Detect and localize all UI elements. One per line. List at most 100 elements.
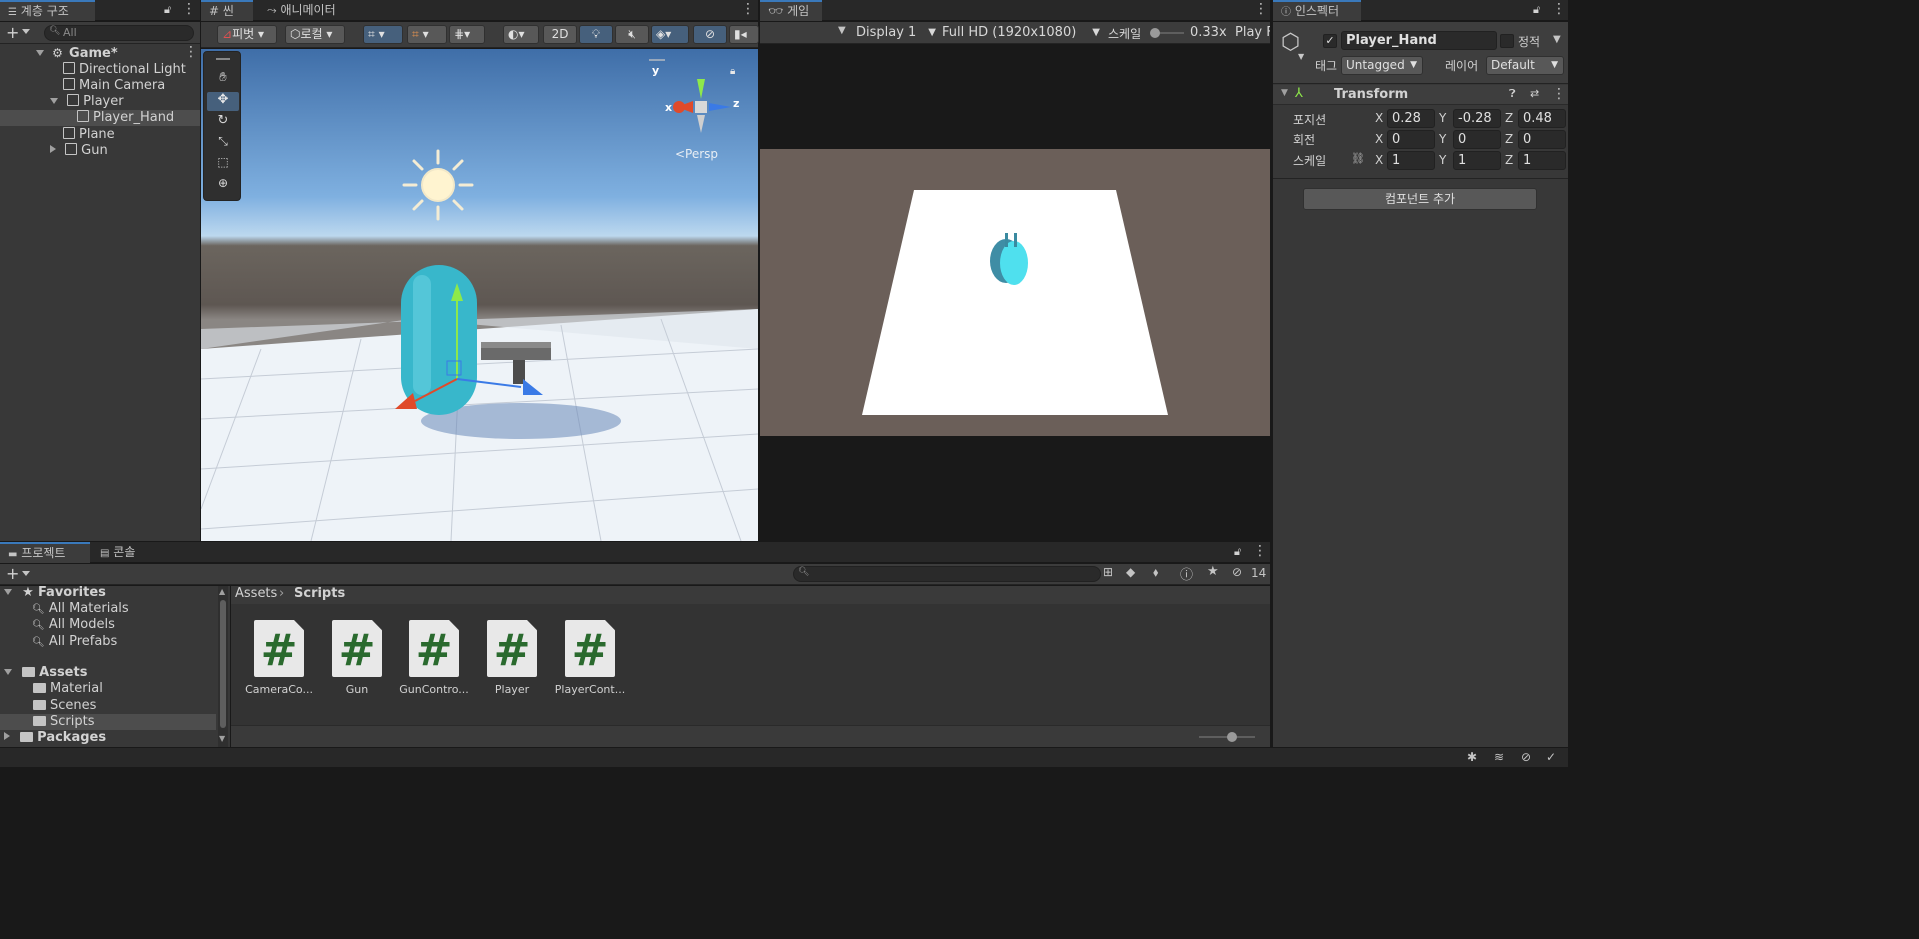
hierarchy-search-input[interactable]: 🔍︎ All [44,25,194,41]
help-icon[interactable]: ❓︎ [1509,87,1516,101]
expand-icon[interactable] [4,589,12,595]
lighting-toggle[interactable]: 💡︎ [579,25,613,44]
constrain-proportions-icon[interactable]: ⛓︎ [1351,152,1365,165]
layer-dropdown[interactable]: Default ▼ [1486,56,1564,75]
tab-project[interactable]: ▬ 프로젝트 [0,542,90,563]
display-dropdown[interactable]: Display 1 ▼ [856,24,936,42]
layers-status-icon[interactable]: ≋ [1494,750,1504,764]
tree-item-directional-light[interactable]: Directional Light [0,62,200,78]
grid-visibility-button[interactable]: ⋕▾ [449,25,485,44]
gameobject-name-input[interactable]: Player_Hand [1341,31,1497,50]
tab-inspector[interactable]: ⓘ 인스펙터 [1273,0,1361,21]
create-dropdown-icon[interactable] [22,571,30,576]
local-toggle[interactable]: ⬡로컬 ▾ [285,25,345,44]
persp-label[interactable]: <Persp [675,147,718,161]
packages-row[interactable]: Packages [0,730,106,746]
add-component-button[interactable]: 컴포넌트 추가 [1303,188,1537,210]
hierarchy-menu-icon[interactable] [182,1,196,18]
icon-dropdown-icon[interactable]: ▼ [1298,52,1304,61]
folder-material[interactable]: Material [0,681,103,697]
search-filter-icon[interactable]: ⊞ [1103,565,1113,579]
gizmo-lock-icon[interactable]: 🔒︎ [730,66,735,77]
favorite-all-materials[interactable]: 🔍︎ All Materials [0,601,129,617]
scene-menu-icon[interactable] [184,44,198,61]
project-search-input[interactable]: 🔍︎ [793,566,1101,582]
tab-scene[interactable]: # 씬 [201,0,253,21]
static-checkbox[interactable] [1500,34,1514,48]
resolution-dropdown[interactable]: Full HD (1920x1080) ▼ [942,24,1100,42]
folder-scenes[interactable]: Scenes [0,698,96,714]
overlay-handle[interactable] [649,59,665,61]
component-menu-icon[interactable] [1552,86,1566,103]
game-viewport[interactable] [760,45,1270,541]
tree-item-player-hand[interactable]: Player_Hand [0,110,200,126]
tab-animator[interactable]: ⤳ 애니메이터 [259,0,344,21]
breadcrumb-scripts[interactable]: Scripts [294,586,345,601]
game-menu-icon[interactable] [1254,1,1268,18]
transform-header[interactable]: ▼ ⅄ Transform ❓︎ ⇄ [1273,85,1568,105]
favorite-all-models[interactable]: 🔍︎ All Models [0,617,115,633]
toggle-2d-button[interactable]: 2D [543,25,577,44]
tab-hierarchy[interactable]: ☰ 계층 구조 [0,0,95,21]
snap-increment-button[interactable]: ⌗ ▾ [407,25,447,44]
icon-size-slider-knob[interactable] [1227,732,1237,742]
fold-icon[interactable]: ▼ [1281,88,1288,98]
static-dropdown-icon[interactable]: ▼ [1553,34,1561,45]
effects-toggle[interactable]: ◈▾ [651,25,689,44]
icon-size-slider[interactable] [1199,732,1255,742]
draw-mode-button[interactable]: ◐▾ [503,25,539,44]
transform-tool-icon[interactable]: ⊕ [207,176,239,195]
tree-item-main-camera[interactable]: Main Camera [0,78,200,94]
tag-dropdown[interactable]: Untagged ▼ [1341,56,1423,75]
rotation-x-input[interactable]: 0 [1387,130,1435,149]
create-asset-icon[interactable]: + [6,564,19,583]
check-circle-icon[interactable]: ✓ [1546,750,1556,764]
rotate-tool-icon[interactable]: ↻ [207,113,239,132]
rotation-y-input[interactable]: 0 [1453,130,1501,149]
folder-tree-scrollbar[interactable]: ▲ ▼ [218,586,228,747]
project-lock-icon[interactable]: 🔓︎ [1234,545,1241,559]
expand-icon[interactable] [36,50,44,56]
rect-tool-icon[interactable]: ⬚ [207,155,239,174]
add-icon[interactable]: + [6,23,19,42]
move-tool-icon[interactable]: ✥ [207,92,239,111]
position-x-input[interactable]: 0.28 [1387,109,1435,128]
folder-scripts[interactable]: Scripts [0,714,216,730]
hand-tool-icon[interactable]: ✋︎ [207,70,239,89]
favorite-star-icon[interactable]: ★ [1207,564,1219,579]
expand-icon[interactable] [50,98,58,104]
scene-visibility-toggle[interactable]: ⊘ [693,25,727,44]
grid-snap-button[interactable]: ⌗ ▾ [363,25,403,44]
lock-icon[interactable]: 🔓︎ [164,3,171,17]
pivot-toggle[interactable]: ⊿피벗 ▾ [217,25,277,44]
active-checkbox[interactable]: ✓ [1323,34,1337,48]
scale-z-input[interactable]: 1 [1518,151,1566,170]
rotation-z-input[interactable]: 0 [1518,130,1566,149]
tree-item-gun[interactable]: Gun [0,143,200,159]
scale-slider[interactable] [1150,28,1184,38]
position-z-input[interactable]: 0.48 [1518,109,1566,128]
inspector-menu-icon[interactable] [1552,1,1566,18]
collapse-icon[interactable] [4,732,10,740]
play-focused-dropdown[interactable]: Play F [1235,25,1270,40]
tree-item-player[interactable]: Player [0,94,200,110]
scene-row[interactable]: ⚙︎ Game* [0,44,200,61]
filter-type-icon[interactable]: ◆ [1126,565,1135,579]
auto-generate-icon[interactable]: ⊘ [1521,750,1531,764]
inspector-lock-icon[interactable]: 🔓︎ [1533,3,1540,17]
tree-item-plane[interactable]: Plane [0,127,200,143]
scale-slider-knob[interactable] [1150,28,1161,38]
scroll-down-icon[interactable]: ▼ [219,734,225,743]
project-menu-icon[interactable] [1253,543,1267,560]
game-mode-dropdown-icon[interactable]: ▼ [838,25,846,36]
scene-menu-icon[interactable] [741,1,755,18]
scene-viewport[interactable]: y x z 🔒︎ <Persp ✋︎ ✥ ↻ ⤡ ⬚ ⊕ [201,49,758,541]
warning-icon[interactable]: ⓘ [1180,564,1193,583]
hidden-packages-icon[interactable]: ⊘ [1232,565,1242,579]
camera-settings-button[interactable]: ▮◂ [729,25,759,44]
scale-y-input[interactable]: 1 [1453,151,1501,170]
label-icon[interactable]: ⬧ [1153,565,1158,580]
presets-icon[interactable]: ⇄ [1530,87,1539,100]
scroll-up-icon[interactable]: ▲ [219,587,225,596]
position-y-input[interactable]: -0.28 [1453,109,1501,128]
